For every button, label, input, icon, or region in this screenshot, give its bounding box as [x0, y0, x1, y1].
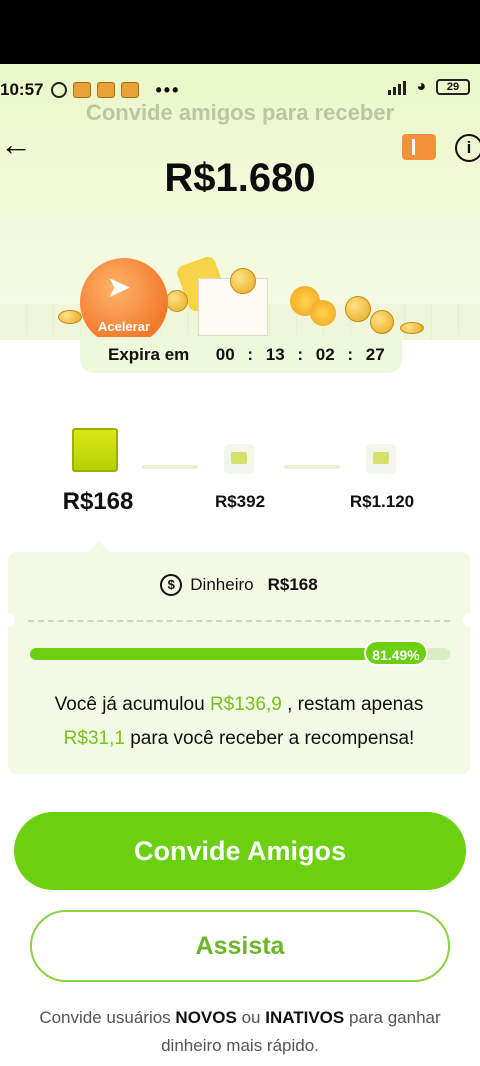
ticket-icon[interactable] [402, 134, 436, 160]
cash-value: R$168 [267, 575, 318, 594]
camera-cutout-bar [0, 0, 480, 64]
back-arrow-icon[interactable]: ← [0, 128, 32, 160]
hero-subtitle: Convide amigos para receber [85, 100, 395, 125]
timer-frames: 27 [365, 345, 385, 364]
coin-illustration [370, 310, 394, 334]
signal-icon [388, 79, 407, 95]
info-icon[interactable]: i [455, 134, 480, 162]
footer-text: Convide usuários [39, 1008, 171, 1027]
progress-message: Você já acumulou R$136,9 , restam apenas… [22, 688, 456, 756]
accelerate-label: Acelerar [97, 319, 151, 334]
step-connector [284, 465, 340, 469]
gift-box-icon [72, 428, 118, 472]
card-notch [463, 613, 477, 627]
footer-text: ou [241, 1008, 261, 1027]
timer-hours: 00 [215, 345, 235, 364]
expiry-timer: Expira em 00 : 13 : 02 : 27 [80, 337, 402, 373]
milestone-label: R$1.120 [349, 492, 415, 511]
coin-illustration [345, 296, 371, 322]
wifi-icon: ◕ [416, 78, 426, 95]
reward-card: $ Dinheiro R$168 81.49% Você já acumulou… [1, 552, 477, 774]
card-notch [1, 613, 15, 627]
milestone-label: R$168 [62, 488, 134, 515]
status-time: 10:57 [0, 80, 44, 99]
milestone-steps: R$168 R$392 R$1.120 [0, 420, 480, 530]
expiry-label: Expira em [108, 345, 190, 364]
message-text: para você receber a recompensa! [130, 728, 415, 749]
coin-illustration [166, 290, 188, 312]
dollar-icon: $ [160, 574, 183, 596]
coin-illustration [230, 268, 256, 294]
message-text: Você já acumulou [54, 694, 205, 715]
milestone-label: R$392 [214, 492, 266, 511]
app-notification-icon [121, 82, 140, 98]
footer-emphasis: INATIVOS [265, 1008, 345, 1027]
gift-box-locked-icon [366, 444, 396, 474]
cash-row: $ Dinheiro R$168 [8, 574, 470, 596]
coin-illustration [58, 310, 82, 324]
timer-minutes: 13 [265, 345, 285, 364]
timer-seconds: 02 [315, 345, 335, 364]
more-notifications-icon: ••• [155, 79, 181, 100]
rocket-icon: ➤ [106, 271, 132, 304]
message-text: , restam apenas [287, 694, 424, 715]
flower-illustration [310, 300, 336, 326]
footer-hint: Convide usuários NOVOS ou INATIVOS para … [20, 1004, 460, 1060]
hero-amount: R$1.680 [164, 156, 316, 192]
progress-fill [30, 648, 373, 660]
app-notification-icon [73, 82, 92, 98]
alarm-icon [51, 82, 68, 98]
footer-emphasis: NOVOS [175, 1008, 237, 1027]
accumulated-amount: R$136,9 [209, 694, 282, 715]
screen: 10:57 ••• ◕ 29 Convide amigos para receb… [0, 0, 480, 1066]
card-pointer [88, 541, 110, 552]
battery-icon: 29 [436, 79, 470, 95]
step-connector [142, 465, 198, 469]
divider [28, 620, 450, 622]
progress-percent: 81.49% [364, 640, 428, 666]
remaining-amount: R$31,1 [63, 728, 125, 749]
accelerate-button[interactable]: ➤ Acelerar [80, 258, 168, 346]
cash-label: Dinheiro [190, 575, 254, 594]
invite-friends-button[interactable]: Convide Amigos [14, 812, 466, 890]
gift-box-locked-icon [224, 444, 254, 474]
coin-illustration [400, 322, 424, 334]
progress-bar: 81.49% [30, 640, 450, 666]
hero-banner: 10:57 ••• ◕ 29 Convide amigos para receb… [0, 64, 480, 340]
watch-button[interactable]: Assista [30, 910, 450, 982]
app-notification-icon [97, 82, 116, 98]
